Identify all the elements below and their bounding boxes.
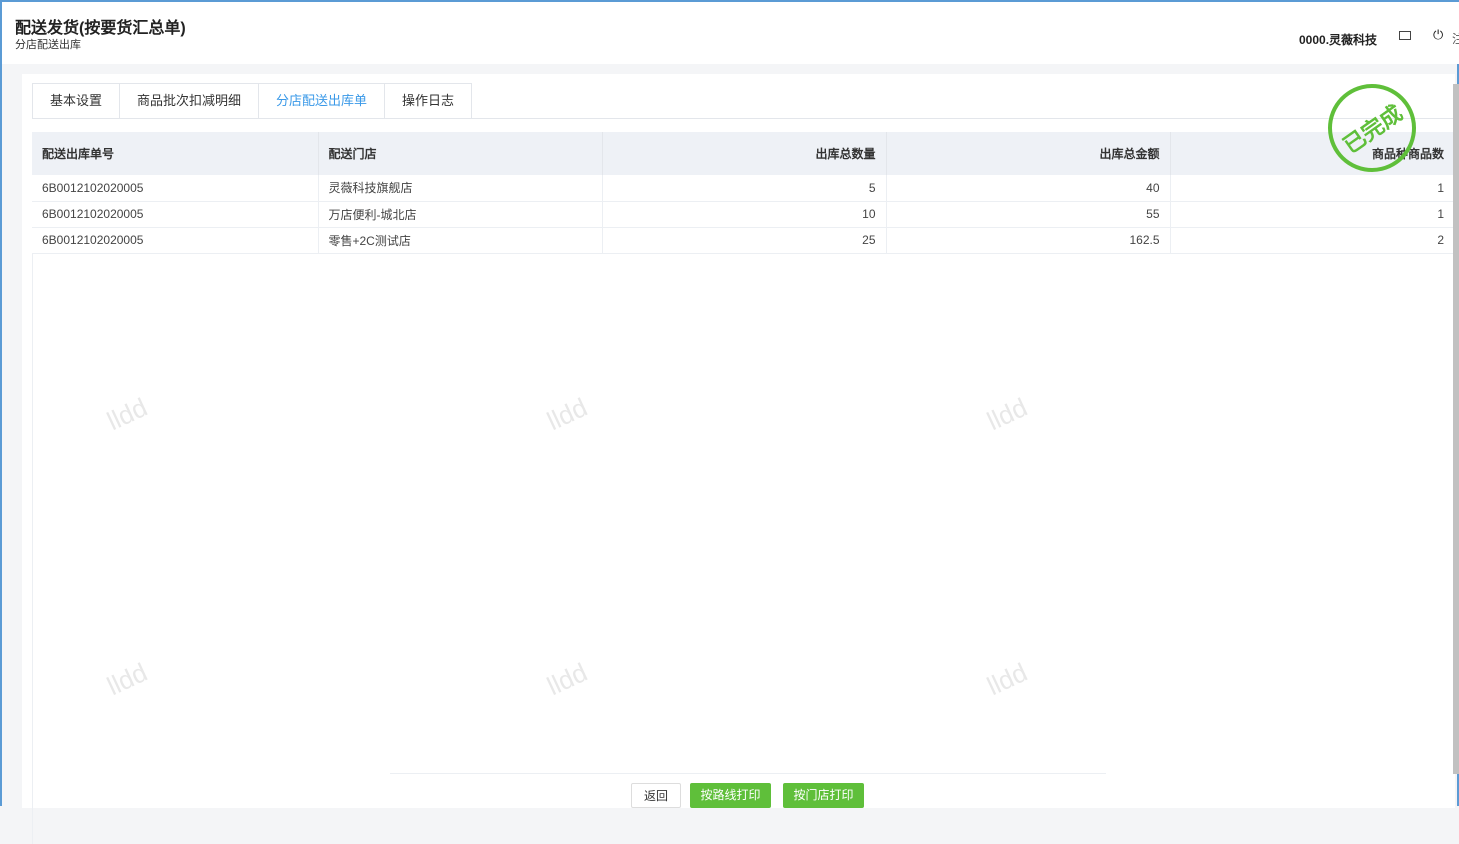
- table-cell: 10: [602, 201, 887, 228]
- page-subtitle: 分店配送出库: [15, 39, 81, 51]
- table-cell: 灵薇科技旗舰店: [318, 175, 603, 202]
- table-cell: 1: [1170, 175, 1455, 202]
- main-panel: 基本设置 商品批次扣减明细 分店配送出库单 操作日志 lldd lldd lld…: [22, 66, 1459, 844]
- tab-operation-log[interactable]: 操作日志: [384, 83, 473, 119]
- table-cell: 6B0012102020005: [32, 201, 319, 228]
- logout-link[interactable]: 注: [1452, 30, 1459, 47]
- divider: [32, 254, 33, 844]
- divider: [32, 118, 1455, 119]
- watermark: lldd: [102, 391, 152, 437]
- table-cell: 2: [1170, 227, 1455, 254]
- col-order-no: 配送出库单号: [32, 132, 319, 175]
- table-header: 配送出库单号 配送门店 出库总数量 出库总金额 商品种商品数: [32, 132, 1455, 175]
- table-cell: 零售+2C测试店: [318, 227, 603, 254]
- watermark: lldd: [982, 656, 1032, 702]
- top-header: 配送发货(按要货汇总单) 分店配送出库 0000.灵薇科技 ⏻ 注: [2, 2, 1459, 64]
- power-icon[interactable]: ⏻: [1433, 27, 1443, 43]
- tab-basic-settings[interactable]: 基本设置: [32, 83, 120, 119]
- table-cell: 5: [602, 175, 887, 202]
- page-title: 配送发货(按要货汇总单): [15, 20, 186, 37]
- tab-store-delivery[interactable]: 分店配送出库单: [258, 83, 385, 119]
- table-cell: 25: [602, 227, 887, 254]
- table-row[interactable]: 6B0012102020005 万店便利-城北店 10 55 1: [32, 201, 1455, 228]
- watermark: lldd: [102, 656, 152, 702]
- scrollbar[interactable]: [1453, 84, 1459, 774]
- col-qty: 出库总数量: [602, 132, 887, 175]
- watermark: lldd: [982, 391, 1032, 437]
- tab-bar: 基本设置 商品批次扣减明细 分店配送出库单 操作日志: [32, 83, 473, 119]
- back-button[interactable]: 返回: [631, 783, 681, 808]
- user-name[interactable]: 0000.灵薇科技: [1299, 31, 1377, 48]
- table-cell: 6B0012102020005: [32, 227, 319, 254]
- table-row[interactable]: 6B0012102020005 灵薇科技旗舰店 5 40 1: [32, 175, 1455, 202]
- print-by-store-button[interactable]: 按门店打印: [783, 783, 864, 808]
- watermark: lldd: [542, 391, 592, 437]
- table-cell: 40: [886, 175, 1171, 202]
- table-cell: 162.5: [886, 227, 1171, 254]
- table-cell: 1: [1170, 201, 1455, 228]
- table-row[interactable]: 6B0012102020005 零售+2C测试店 25 162.5 2: [32, 227, 1455, 254]
- col-store: 配送门店: [318, 132, 603, 175]
- mail-icon[interactable]: [1399, 31, 1411, 40]
- delivery-table: 配送出库单号 配送门店 出库总数量 出库总金额 商品种商品数 6B0012102…: [32, 132, 1455, 254]
- watermark: lldd: [542, 656, 592, 702]
- table-cell: 万店便利-城北店: [318, 201, 603, 228]
- tab-batch-detail[interactable]: 商品批次扣减明细: [119, 83, 259, 119]
- table-cell: 6B0012102020005: [32, 175, 319, 202]
- print-by-route-button[interactable]: 按路线打印: [690, 783, 771, 808]
- table-cell: 55: [886, 201, 1171, 228]
- divider: [390, 773, 1106, 774]
- col-amount: 出库总金额: [886, 132, 1171, 175]
